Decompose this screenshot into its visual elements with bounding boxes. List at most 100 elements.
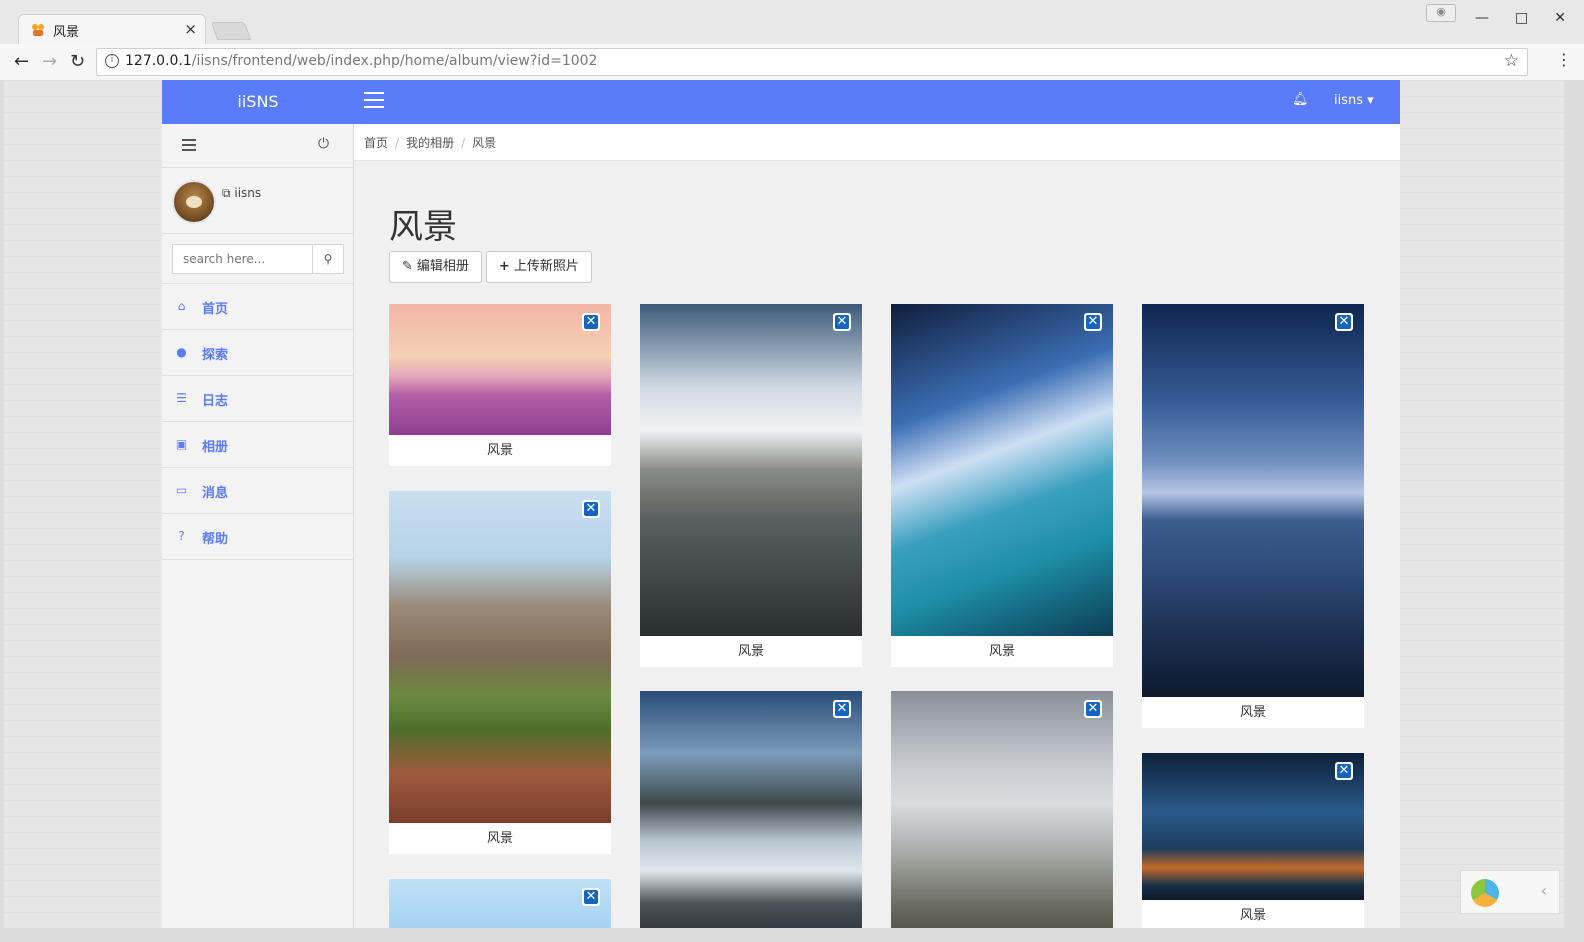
photo-card[interactable]: ✕ [640,691,862,928]
close-icon: ✕ [1338,763,1350,778]
sidebar-username-text: iisns [234,186,262,200]
photo-card[interactable]: ✕ 风景 [891,304,1113,667]
maximize-icon[interactable]: □ [1515,10,1528,30]
photo-image[interactable] [640,691,862,928]
top-navbar: iiSNS 🔔︎ iisns ▾ [162,80,1400,124]
list-icon: ☰ [176,391,187,405]
upload-photo-button[interactable]: + 上传新照片 [485,251,592,283]
url-host: 127.0.0.1 [125,53,192,69]
photo-image[interactable] [389,879,611,928]
search-button[interactable]: ⚲ [312,244,344,274]
album-actions: ✎ 编辑相册 + 上传新照片 [389,251,592,283]
avatar[interactable] [172,180,216,224]
sidebar-item-label: 消息 [202,486,229,501]
breadcrumb: 首页 / 我的相册 / 风景 [354,124,1400,161]
delete-photo-button[interactable]: ✕ [582,888,600,906]
yii-logo-icon [1471,879,1499,907]
question-icon: ? [178,529,185,543]
profile-icon[interactable]: ◉ [1426,4,1456,22]
sidebar-item-label: 相册 [202,440,229,455]
brand-logo[interactable]: iiSNS [162,80,354,124]
delete-photo-button[interactable]: ✕ [1084,700,1102,718]
sidebar-item-messages[interactable]: ▭ 消息 [162,468,353,514]
photo-card[interactable]: ✕ 风景 [640,304,862,667]
breadcrumb-current: 风景 [472,136,497,150]
photo-image[interactable] [1142,753,1364,900]
delete-photo-button[interactable]: ✕ [833,313,851,331]
delete-photo-button[interactable]: ✕ [1335,762,1353,780]
photo-card[interactable]: ✕ 风景 [1142,753,1364,928]
delete-photo-button[interactable]: ✕ [582,500,600,518]
browser-chrome: 风景 × ◉ — □ ✕ ← → ↻ i 127.0.0.1/iisns/fro… [0,0,1584,80]
window-controls: — □ ✕ [1475,10,1566,30]
photo-image[interactable] [389,304,611,435]
upload-photo-label: 上传新照片 [513,259,579,274]
photo-card[interactable]: ✕ [389,879,611,928]
inbox-icon: ▭ [175,483,188,497]
info-icon[interactable]: i [105,54,119,68]
toggle-sidebar-icon[interactable] [364,92,384,110]
close-icon: ✕ [585,314,597,329]
delete-photo-button[interactable]: ✕ [833,700,851,718]
sidebar-item-explore[interactable]: ● 探索 [162,330,353,376]
sidebar-item-home[interactable]: ⌂ 首页 [162,284,353,330]
page-title: 风景 [389,207,457,247]
sidebar-search: ⚲ [162,234,353,284]
delete-photo-button[interactable]: ✕ [1335,313,1353,331]
main-content: 首页 / 我的相册 / 风景 风景 ✎ 编辑相册 + 上传新照片 ✕ 风景 ✕ 风景 [354,124,1400,928]
globe-icon: ● [176,345,187,359]
plus-icon: + [498,259,510,274]
tab-close-icon[interactable]: × [184,20,197,38]
sidebar-item-blog[interactable]: ☰ 日志 [162,376,353,422]
edit-album-button[interactable]: ✎ 编辑相册 [389,251,482,283]
power-icon[interactable]: ⏻ [318,136,329,152]
chevron-left-icon[interactable]: ‹ [1541,881,1547,900]
photo-image[interactable] [1142,304,1364,697]
new-tab-button[interactable] [210,22,252,40]
sidebar-item-album[interactable]: ▣ 相册 [162,422,353,468]
browser-tab[interactable]: 风景 × [18,14,206,44]
close-window-icon[interactable]: ✕ [1554,10,1566,30]
close-icon: ✕ [1338,314,1350,329]
photo-card[interactable]: ✕ 风景 [389,491,611,854]
photo-image[interactable] [389,491,611,823]
home-icon: ⌂ [177,299,186,313]
close-icon: ✕ [836,314,848,329]
breadcrumb-separator: / [461,136,466,150]
photo-card[interactable]: ✕ [891,691,1113,928]
photo-caption: 风景 [1239,705,1266,720]
sidebar-item-label: 首页 [202,302,229,317]
sidebar-item-help[interactable]: ? 帮助 [162,514,353,560]
user-menu[interactable]: iisns ▾ [1334,93,1374,108]
breadcrumb-home[interactable]: 首页 [364,136,388,150]
reload-icon[interactable]: ↻ [70,51,85,72]
url-input[interactable]: i 127.0.0.1/iisns/frontend/web/index.php… [96,48,1528,76]
photo-card[interactable]: ✕ 风景 [1142,304,1364,728]
bell-icon[interactable]: 🔔︎ [1292,92,1309,107]
photo-image[interactable] [891,304,1113,636]
back-icon[interactable]: ← [14,51,29,72]
url-text: 127.0.0.1/iisns/frontend/web/index.php/h… [125,53,597,69]
breadcrumb-albums[interactable]: 我的相册 [406,136,454,150]
sidebar-item-label: 帮助 [202,532,229,547]
photo-gallery: ✕ 风景 ✕ 风景 ✕ ✕ 风景 ✕ ✕ 风景 ✕ ✕ 风景 ✕ 风景 [389,304,1369,928]
delete-photo-button[interactable]: ✕ [582,313,600,331]
menu-icon[interactable] [182,139,196,154]
browser-menu-icon[interactable]: ⋮ [1556,50,1572,69]
forward-icon[interactable]: → [42,51,57,72]
debug-toolbar[interactable]: ‹ [1460,870,1560,914]
photo-image[interactable] [640,304,862,636]
sidebar: ⏻ ⧉ iisns ⚲ ⌂ 首页 ● 探索 ☰ 日志 [162,124,354,928]
photo-image[interactable] [891,691,1113,928]
app-container: iiSNS 🔔︎ iisns ▾ ⏻ ⧉ iisns ⚲ ⌂ 首页 [162,80,1400,928]
external-link-icon: ⧉ [222,186,235,200]
delete-photo-button[interactable]: ✕ [1084,313,1102,331]
sidebar-item-label: 日志 [202,394,229,409]
search-input[interactable] [172,244,312,274]
sidebar-username[interactable]: ⧉ iisns [222,186,261,201]
photo-card[interactable]: ✕ 风景 [389,304,611,466]
bookmark-star-icon[interactable]: ☆ [1504,51,1519,71]
sidebar-item-label: 探索 [202,348,229,363]
picture-icon: ▣ [175,437,188,451]
minimize-icon[interactable]: — [1475,10,1489,30]
